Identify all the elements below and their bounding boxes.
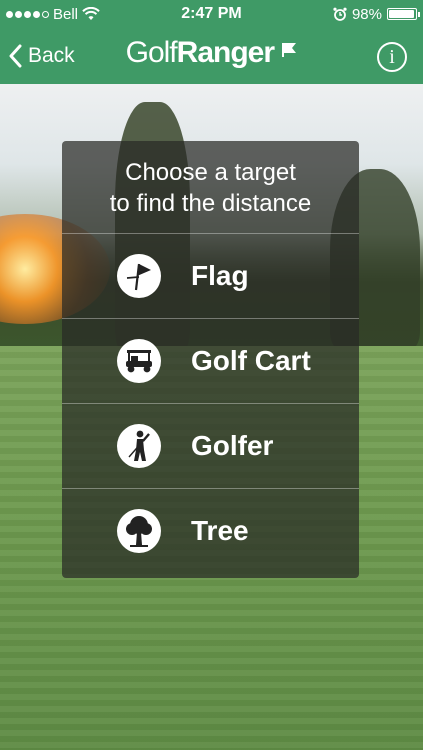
- target-item-flag[interactable]: Flag: [62, 233, 359, 318]
- flag-icon: [117, 254, 161, 298]
- wifi-icon: [82, 7, 100, 20]
- target-item-golf-cart[interactable]: Golf Cart: [62, 318, 359, 403]
- carrier-signal: Bell: [6, 6, 100, 23]
- target-label-tree: Tree: [191, 515, 249, 546]
- menu-title: Choose a target to find the distance: [62, 141, 359, 233]
- battery-percent: 98%: [351, 5, 382, 23]
- target-label-golfer: Golfer: [191, 430, 274, 461]
- battery-icon: [387, 8, 420, 20]
- target-menu-panel: Choose a target to find the distance Fla…: [62, 141, 359, 578]
- target-label-golf-cart: Golf Cart: [191, 345, 311, 376]
- golfer-icon: [117, 424, 161, 468]
- nav-bar: Back GolfRanger i: [0, 28, 423, 84]
- info-button[interactable]: i: [377, 42, 407, 72]
- info-icon: i: [389, 45, 395, 68]
- battery-level: [389, 10, 415, 18]
- logo-part-golf: Golf: [125, 36, 178, 69]
- golf-cart-icon: [117, 339, 161, 383]
- status-bar: Bell 2:47 PM 98%: [0, 0, 423, 28]
- signal-strength-icon: [6, 10, 49, 18]
- tree-icon: [117, 509, 161, 553]
- target-item-golfer[interactable]: Golfer: [62, 403, 359, 488]
- carrier-name: Bell: [53, 5, 79, 23]
- menu-title-line2: to find the distance: [109, 190, 312, 217]
- target-item-tree[interactable]: Tree: [62, 488, 359, 573]
- logo-flag-icon: [282, 43, 297, 57]
- logo-part-ranger: Ranger: [176, 36, 275, 69]
- target-label-flag: Flag: [191, 260, 249, 291]
- alarm-clock-icon: [333, 7, 347, 21]
- target-list: Flag Golf Cart Golfer Tree: [62, 233, 359, 573]
- app-logo: GolfRanger: [0, 36, 423, 70]
- menu-title-line1: Choose a target: [125, 159, 296, 186]
